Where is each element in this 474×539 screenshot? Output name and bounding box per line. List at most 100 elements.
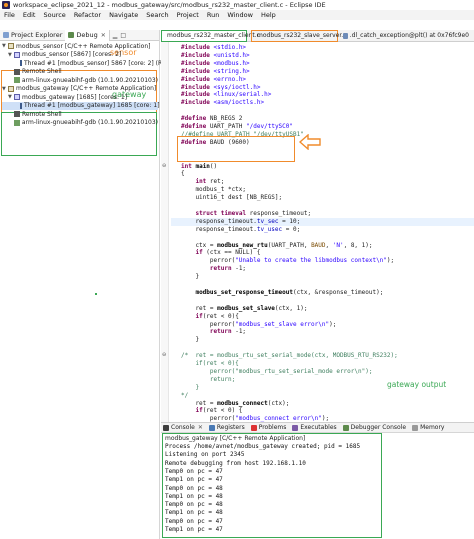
debug-view-panel: Project Explorer Debug ✕ ▁ □ sensor gate… [0,29,188,539]
memory-icon [412,424,419,431]
tree-item-launch[interactable]: ▼ modbus_sensor [C/C++ Remote Applicatio… [2,42,158,51]
code-line: #include <stdio.h> [181,44,247,51]
tree-item-label: Thread #1 [modbus_sensor] 5867 [core: 2]… [24,59,183,67]
minimize-icon[interactable]: ▁ [113,32,118,39]
tab-console[interactable]: Console ✕ [163,424,203,431]
fold-toggle-icon[interactable]: ⊖ [162,163,166,169]
arrow-left-icon [299,134,321,150]
project-explorer-icon [3,32,9,38]
tab-debugger-console[interactable]: Debugger Console [342,424,406,431]
tab-label: .dl_catch_exception@plt() at 0x76fc9e0 [349,32,469,39]
tab-master-client[interactable]: modbus_rs232_master_client.c [161,29,260,42]
remote-shell-icon [14,111,20,118]
tab-label: Executables [300,424,337,431]
tree-item-label: modbus_sensor [C/C++ Remote Application] [16,42,151,50]
tree-item-launch[interactable]: ▼ modbus_gateway [C/C++ Remote Applicati… [2,85,158,94]
tree-item-shell[interactable]: Remote Shell [2,68,158,77]
console-panel: Console ✕ Registers Problems Executables… [161,422,474,539]
c-app-launch-icon [8,85,14,92]
code-line: #include <modbus.h> [181,59,250,67]
close-icon[interactable]: ✕ [198,424,203,431]
tab-project-explorer[interactable]: Project Explorer [0,30,65,41]
tree-item-process[interactable]: ▼ modbus_sensor [5867] [cores: 2] [2,51,158,60]
menu-edit[interactable]: Edit [23,11,36,19]
code-line: perror("Unable to create the libmodbus c… [181,257,395,265]
console-line: Temp0 on pc = 48 [165,484,223,492]
debug-icon [68,32,75,38]
code-line: response_timeout.tv_sec = 10; [171,217,474,226]
code-area[interactable]: ⊖ ⊖ #include <stdio.h> #include <unistd.h>… [161,42,474,422]
code-line: #include <string.h> [181,67,250,75]
console-line: Temp1 on pc = 48 [165,492,223,500]
code-line: response_timeout.tv_usec = 0; [181,225,301,233]
tab-executables[interactable]: Executables [292,424,337,431]
tree-item-gdb[interactable]: arm-linux-gnueabihf-gdb (10.1.90.2021010… [2,76,158,85]
code-line: perror("modbus_connect error\n"); [181,415,330,422]
tree-item-label: Remote Shell [22,68,62,76]
tree-item-label: modbus_gateway [1685] [cores: 1] [22,93,128,101]
code-line: } [181,383,200,391]
menu-file[interactable]: File [4,11,15,19]
code-line: #include <linux/serial.h> [181,91,272,99]
tree-item-thread[interactable]: Thread #1 [modbus_sensor] 5867 [core: 2]… [2,59,183,68]
tab-label: Console [171,424,195,431]
tab-label: Memory [420,424,445,431]
c-file-icon [343,32,348,39]
code-line: return; [181,375,236,383]
maximize-icon[interactable]: □ [120,32,126,39]
code-line: return -1; [209,328,247,336]
code-line: */ [181,391,189,399]
tree-item-label: arm-linux-gnueabihf-gdb (10.1.90.2021010… [21,119,158,127]
tab-label: modbus_rs232_slave_server.c [257,32,347,39]
thread-icon [20,60,22,67]
code-line: struct timeval response_timeout; [195,209,312,217]
code-line: } [181,336,200,344]
console-line: Temp0 on pc = 48 [165,501,223,509]
code-line: perror("modbus_rtu_set_serial_mode error… [181,367,373,375]
menu-navigate[interactable]: Navigate [109,11,138,19]
tree-item-gdb[interactable]: arm-linux-gnueabihf-gdb (10.1.90.2021010… [2,119,158,128]
problems-icon [250,424,257,431]
menu-window[interactable]: Window [227,11,253,19]
fold-toggle-icon[interactable]: ⊖ [162,352,166,358]
tree-item-process[interactable]: ▼ modbus_gateway [1685] [cores: 1] [2,93,158,102]
menu-refactor[interactable]: Refactor [74,11,101,19]
registers-icon [208,424,215,431]
executables-icon [292,424,299,431]
gdb-icon [14,119,20,126]
tab-debug[interactable]: Debug ✕ [65,29,110,41]
console-line: Listening on port 2345 [165,451,245,459]
code-line: if(ret < 0){ [195,312,239,320]
menu-search[interactable]: Search [146,11,168,19]
code-line: #include <sys/ioctl.h> [181,83,261,91]
menu-source[interactable]: Source [43,11,65,19]
tree-item-label: arm-linux-gnueabihf-gdb (10.1.90.2021010… [21,76,158,84]
tab-label: Problems [258,424,287,431]
editor-gutter: ⊖ ⊖ [161,42,169,422]
code-line: if(ret < 0){ [181,360,239,367]
menu-project[interactable]: Project [177,11,199,19]
window-titlebar: workspace_eclipse_2021_12 - modbus_gatew… [0,0,474,10]
menu-run[interactable]: Run [207,11,219,19]
process-icon [14,94,20,101]
decorative-dot [95,293,97,295]
tab-slave-server[interactable]: modbus_rs232_slave_server.c [251,29,346,42]
c-app-launch-icon [8,43,14,50]
code-line: perror("modbus_set_slave error\n"); [181,320,337,328]
tab-registers[interactable]: Registers [208,424,245,431]
code-line: modbus_set_response_timeout(ctx, &respon… [195,288,384,296]
tab-memory[interactable]: Memory [412,424,444,431]
debugger-console-icon [342,424,349,431]
tab-problems[interactable]: Problems [250,424,287,431]
code-line: #include <unistd.h> [181,51,250,59]
code-line: /* ret = modbus_rtu_set_serial_mode(ctx,… [181,352,398,360]
console-title: modbus_gateway [C/C++ Remote Application… [165,435,306,442]
close-icon[interactable]: ✕ [101,32,106,39]
console-line: Remote debugging from host 192.168.1.10 [165,459,306,467]
tree-item-thread-selected[interactable]: Thread #1 [modbus_gateway] 1685 [core: 1… [2,101,188,110]
code-line: return -1; [209,265,247,273]
tab-disassembly[interactable]: .dl_catch_exception@plt() at 0x76fc9e0 [340,30,472,42]
tree-item-shell[interactable]: Remote Shell [2,110,158,119]
menu-help[interactable]: Help [261,11,276,19]
code-line: if (ctx == NULL) { [195,249,261,257]
